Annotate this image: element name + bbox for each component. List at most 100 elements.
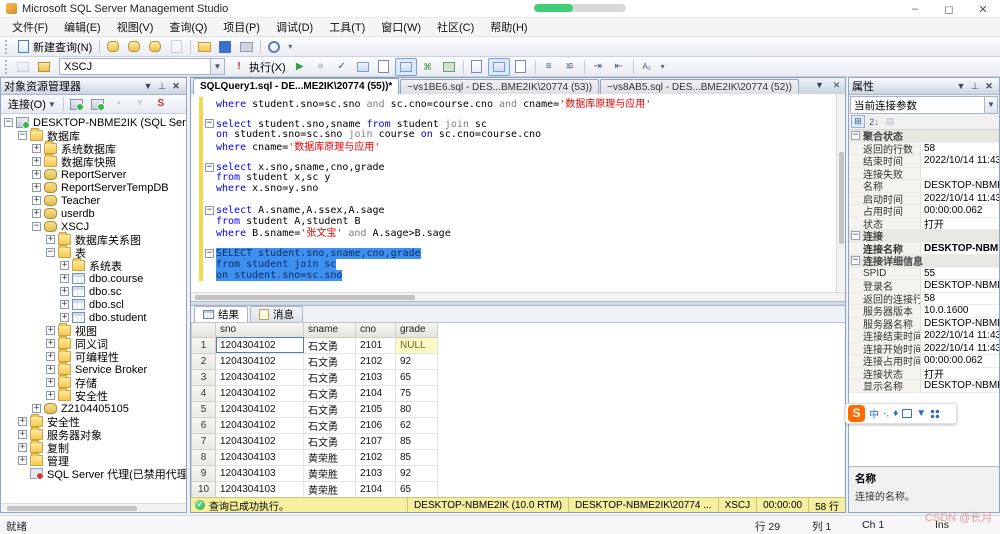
microphone-icon[interactable]: ♦ [893,408,898,419]
data-cell[interactable]: 2107 [356,433,396,449]
data-cell[interactable]: 石文勇 [304,353,356,369]
tree-item[interactable]: +Teacher [1,194,186,207]
table-row[interactable]: 71204304102石文勇210785 [192,433,438,449]
menu-item-3[interactable]: 查询(Q) [161,18,215,36]
object-explorer-hscrollbar[interactable] [1,503,186,512]
database-combobox[interactable]: XSCJ ▼ [59,58,225,75]
expand-icon[interactable]: + [46,352,55,361]
menu-item-0[interactable]: 文件(F) [4,18,56,36]
window-position-icon[interactable]: ▼ [141,81,155,91]
expand-icon[interactable]: + [18,430,27,439]
tree-item[interactable]: −DESKTOP-NBME2IK (SQL Server 10.0.160 [1,116,186,129]
expand-icon[interactable]: + [32,196,41,205]
comment-button[interactable]: ≡ [539,58,559,76]
data-cell[interactable]: 1204304103 [216,449,304,465]
tab-results[interactable]: 结果 [194,306,248,322]
tree-item[interactable]: +复制 [1,441,186,454]
data-cell[interactable]: 92 [396,353,438,369]
expand-icon[interactable]: + [32,170,41,179]
code-line[interactable]: −SELECT student.sno,sname,cno,grade [191,248,836,259]
property-category[interactable]: −连接详细信息 [849,255,999,268]
change-case-button[interactable]: A₂ [637,58,657,76]
results-pane-toggle-button[interactable] [395,58,417,76]
data-cell[interactable]: 石文勇 [304,433,356,449]
code-line[interactable]: from student join sc [191,259,836,270]
fold-collapse-icon[interactable]: − [205,249,214,258]
row-number-cell[interactable]: 8 [192,449,216,465]
data-cell[interactable]: 黄荣胜 [304,449,356,465]
document-tab-2[interactable]: ~vs8AB5.sql - DES...BME2IK\20774 (52)) [600,79,799,94]
editor-hscrollbar[interactable] [191,292,845,301]
table-row[interactable]: 91204304103黄荣胜210392 [192,465,438,481]
code-line[interactable]: where x.sno=y.sno [191,183,836,194]
tree-item[interactable]: +安全性 [1,389,186,402]
property-row[interactable]: 显示名称DESKTOP-NBME2IK [849,380,999,393]
toolbar-overflow-icon[interactable]: ▾ [285,42,295,51]
data-cell[interactable]: 2102 [356,353,396,369]
collapse-icon[interactable]: − [32,222,41,231]
auto-hide-pin-icon[interactable]: ⊥ [968,81,982,92]
document-tab-1[interactable]: ~vs1BE6.sql - DES...BME2IK\20774 (53)) [400,79,599,94]
new-query-button[interactable]: 新建查询(N) [13,38,95,56]
property-row[interactable]: 连接失败 [849,168,999,181]
row-number-cell[interactable]: 9 [192,465,216,481]
data-cell[interactable]: 80 [396,401,438,417]
menu-item-9[interactable]: 帮助(H) [482,18,535,36]
execute-button[interactable]: ! 执行(X) [229,58,289,76]
data-cell[interactable]: 1204304102 [216,337,304,353]
data-cell[interactable]: 1204304102 [216,417,304,433]
menu-item-2[interactable]: 视图(V) [109,18,162,36]
debug-button[interactable]: ▶ [290,58,310,76]
print-button[interactable] [236,38,256,56]
properties-object-combobox[interactable]: 当前连接参数 ▼ [850,96,998,114]
data-cell[interactable]: 92 [396,465,438,481]
sogou-logo-icon[interactable]: S [848,405,865,422]
editor-vscrollbar[interactable] [836,94,845,292]
data-cell[interactable]: 石文勇 [304,369,356,385]
data-cell[interactable]: 石文勇 [304,401,356,417]
table-row[interactable]: 31204304102石文勇210365 [192,369,438,385]
data-cell[interactable]: 75 [396,385,438,401]
active-files-chevron-icon[interactable]: ▼ [813,80,826,91]
table-row[interactable]: 21204304102石文勇210292 [192,353,438,369]
available-databases-button[interactable] [34,58,54,76]
property-category[interactable]: −连接 [849,230,999,243]
expand-icon[interactable]: + [32,157,41,166]
outdent-button[interactable]: ⇤ [609,58,629,76]
data-cell[interactable]: 85 [396,433,438,449]
maximize-button[interactable]: ◻ [932,0,966,18]
row-number-cell[interactable]: 5 [192,401,216,417]
tree-item[interactable]: +ReportServer [1,168,186,181]
collapse-icon[interactable]: − [851,231,860,240]
data-cell[interactable]: 石文勇 [304,337,356,353]
database-engine-query-button[interactable] [103,38,123,56]
table-row[interactable]: 11204304102石文勇2101NULL [192,337,438,353]
expand-icon[interactable]: + [46,378,55,387]
expand-icon[interactable]: + [60,274,69,283]
row-number-cell[interactable]: 7 [192,433,216,449]
data-cell[interactable]: 2101 [356,337,396,353]
tab-messages[interactable]: 消息 [250,306,303,322]
code-line[interactable]: where B.sname='张文宝' and A.sage>B.sage [191,227,836,238]
property-row[interactable]: 连接开始时间2022/10/14 11:43:4 [849,343,999,356]
data-cell[interactable]: 石文勇 [304,385,356,401]
row-number-cell[interactable]: 4 [192,385,216,401]
connect-button[interactable]: 连接(O) ▼ [4,94,60,114]
row-number-cell[interactable]: 1 [192,337,216,353]
analysis-dmx-query-button[interactable] [145,38,165,56]
data-cell[interactable]: 1204304103 [216,465,304,481]
sql-editor[interactable]: where student.sno=sc.sno and sc.cno=cour… [191,94,845,292]
soft-keyboard-icon[interactable] [902,409,912,418]
tree-item[interactable]: +系统表 [1,259,186,272]
code-line[interactable] [191,194,836,205]
property-row[interactable]: 登录名DESKTOP-NBME2IK [849,280,999,293]
data-cell[interactable]: 62 [396,417,438,433]
property-row[interactable]: 启动时间2022/10/14 11:43:4 [849,193,999,206]
tree-item[interactable]: +数据库快照 [1,155,186,168]
collapse-icon[interactable]: − [851,256,860,265]
data-cell[interactable]: 1204304102 [216,385,304,401]
menu-item-8[interactable]: 社区(C) [429,18,482,36]
results-table[interactable]: snosnamecnograde11204304102石文勇2101NULL21… [191,323,438,497]
column-header-sno[interactable]: sno [216,323,304,337]
categorized-icon[interactable]: ⊞ [851,115,865,128]
